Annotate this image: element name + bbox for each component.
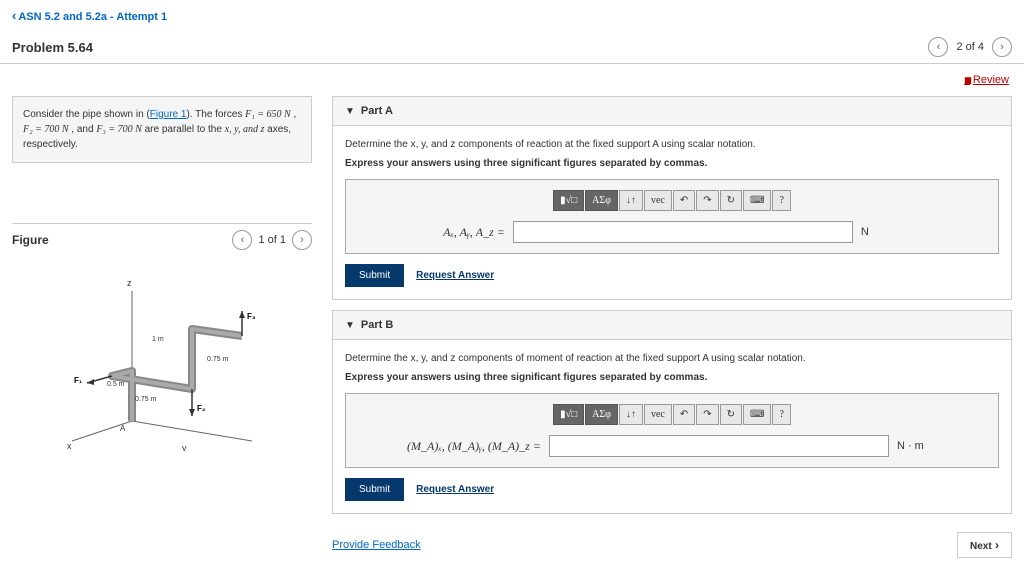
figure-count: 1 of 1 xyxy=(258,234,286,246)
svg-text:z: z xyxy=(127,278,132,288)
submit-button-a[interactable]: Submit xyxy=(345,264,404,287)
part-b-section: ▼ Part B Determine the x, y, and z compo… xyxy=(332,310,1012,514)
tool-keyboard[interactable]: ⌨ xyxy=(743,404,771,425)
input-label-b: (M_A)ₓ, (M_A)ᵧ, (M_A)_z = xyxy=(407,439,541,454)
force-2: F₂ = 700 N xyxy=(23,124,69,135)
nav-count: 2 of 4 xyxy=(956,41,984,53)
svg-text:x: x xyxy=(67,441,72,451)
provide-feedback-link[interactable]: Provide Feedback xyxy=(332,539,421,551)
tool-subscript[interactable]: ↓↑ xyxy=(619,404,643,425)
tool-keyboard[interactable]: ⌨ xyxy=(743,190,771,211)
unit-b: N · m xyxy=(897,440,937,452)
part-b-instruction-bold: Express your answers using three signifi… xyxy=(345,372,999,383)
tool-help[interactable]: ? xyxy=(772,404,790,425)
collapse-icon: ▼ xyxy=(345,106,355,117)
tool-subscript[interactable]: ↓↑ xyxy=(619,190,643,211)
svg-text:0.75 m: 0.75 m xyxy=(207,356,229,363)
prev-button[interactable]: ‹ xyxy=(928,37,948,57)
tool-vec[interactable]: vec xyxy=(644,404,672,425)
request-answer-a[interactable]: Request Answer xyxy=(416,270,494,281)
part-b-title: Part B xyxy=(361,319,393,331)
figure-image: z y x A 0.75 m 0.5 m 1 m 0.75 m F₁ F₂ xyxy=(12,266,312,456)
tool-vec[interactable]: vec xyxy=(644,190,672,211)
next-button[interactable]: › xyxy=(992,37,1012,57)
nav-controls: ‹ 2 of 4 › xyxy=(928,37,1012,57)
figure-next[interactable]: › xyxy=(292,230,312,250)
tool-greek[interactable]: ΑΣφ xyxy=(585,404,618,425)
input-label-a: Aₓ, Aᵧ, A_z = xyxy=(443,225,505,240)
tool-redo[interactable]: ↷ xyxy=(696,404,718,425)
tool-help[interactable]: ? xyxy=(772,190,790,211)
tool-undo[interactable]: ↶ xyxy=(673,404,695,425)
tool-reset[interactable]: ↻ xyxy=(720,404,742,425)
unit-a: N xyxy=(861,226,901,238)
collapse-icon: ▼ xyxy=(345,320,355,331)
answer-box-a: ▮√□ ΑΣφ ↓↑ vec ↶ ↷ ↻ ⌨ ? Aₓ, Aᵧ, A_z = N xyxy=(345,179,999,254)
back-link[interactable]: ASN 5.2 and 5.2a - Attempt 1 xyxy=(12,11,167,23)
part-b-instruction: Determine the x, y, and z components of … xyxy=(345,352,999,366)
tool-templates[interactable]: ▮√□ xyxy=(553,190,584,211)
context-text: ). The forces xyxy=(186,109,245,120)
svg-text:y: y xyxy=(182,443,187,451)
toolbar-a: ▮√□ ΑΣφ ↓↑ vec ↶ ↷ ↻ ⌨ ? xyxy=(553,190,791,211)
toolbar-b: ▮√□ ΑΣφ ↓↑ vec ↶ ↷ ↻ ⌨ ? xyxy=(553,404,791,425)
part-a-section: ▼ Part A Determine the x, y, and z compo… xyxy=(332,96,1012,300)
tool-templates[interactable]: ▮√□ xyxy=(553,404,584,425)
part-a-header[interactable]: ▼ Part A xyxy=(333,97,1011,126)
answer-input-b[interactable] xyxy=(549,435,889,457)
svg-text:F₃: F₃ xyxy=(247,312,256,321)
tool-undo[interactable]: ↶ xyxy=(673,190,695,211)
request-answer-b[interactable]: Request Answer xyxy=(416,484,494,495)
tool-greek[interactable]: ΑΣφ xyxy=(585,190,618,211)
part-b-header[interactable]: ▼ Part B xyxy=(333,311,1011,340)
problem-context: Consider the pipe shown in (Figure 1). T… xyxy=(12,96,312,163)
next-page-button[interactable]: Next xyxy=(957,532,1012,558)
figure-title: Figure xyxy=(12,233,49,247)
answer-box-b: ▮√□ ΑΣφ ↓↑ vec ↶ ↷ ↻ ⌨ ? (M_A)ₓ, (M_A)ᵧ,… xyxy=(345,393,999,468)
svg-text:0.75 m: 0.75 m xyxy=(135,396,157,403)
submit-button-b[interactable]: Submit xyxy=(345,478,404,501)
tool-redo[interactable]: ↷ xyxy=(696,190,718,211)
context-text: Consider the pipe shown in ( xyxy=(23,109,150,120)
part-a-instruction-bold: Express your answers using three signifi… xyxy=(345,158,999,169)
figure-prev[interactable]: ‹ xyxy=(232,230,252,250)
tool-reset[interactable]: ↻ xyxy=(720,190,742,211)
review-link[interactable]: Review xyxy=(964,74,1009,86)
svg-text:F₁: F₁ xyxy=(74,376,83,385)
svg-text:1 m: 1 m xyxy=(152,336,164,343)
svg-text:0.5 m: 0.5 m xyxy=(107,381,125,388)
part-a-instruction: Determine the x, y, and z components of … xyxy=(345,138,999,152)
svg-text:A: A xyxy=(120,424,126,433)
part-a-title: Part A xyxy=(361,105,393,117)
force-3: F₃ = 700 N xyxy=(96,124,142,135)
answer-input-a[interactable] xyxy=(513,221,853,243)
force-1: F₁ = 650 N xyxy=(245,109,291,120)
svg-text:F₂: F₂ xyxy=(197,404,206,413)
figure-1-link[interactable]: Figure 1 xyxy=(150,109,187,120)
problem-title: Problem 5.64 xyxy=(12,40,93,55)
